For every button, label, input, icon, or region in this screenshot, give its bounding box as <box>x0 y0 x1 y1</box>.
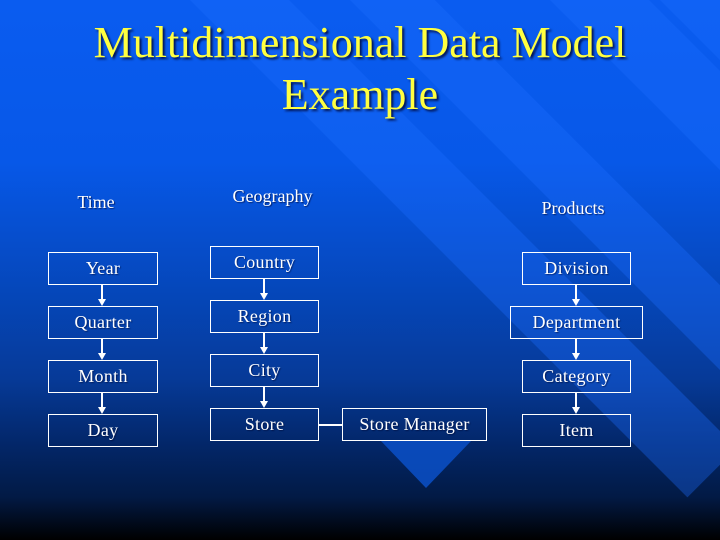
arrow-down-icon <box>572 407 580 414</box>
store-manager-connector <box>319 424 342 426</box>
arrow-down-icon <box>98 407 106 414</box>
slide-title-line2: Example <box>281 70 439 119</box>
time-level-month: Month <box>48 360 158 393</box>
dimension-label-products: Products <box>541 198 605 218</box>
arrow-down-icon <box>260 347 268 354</box>
arrow-down-icon <box>98 299 106 306</box>
products-connector <box>575 285 577 299</box>
geography-connector <box>263 387 265 401</box>
slide: Multidimensional Data Model Example Time… <box>0 0 720 540</box>
arrow-down-icon <box>260 401 268 408</box>
time-level-day: Day <box>48 414 158 447</box>
arrow-down-icon <box>572 299 580 306</box>
time-connector <box>101 285 103 299</box>
decorative-triangle <box>380 440 472 488</box>
geography-level-country: Country <box>210 246 319 279</box>
geography-connector <box>263 279 265 293</box>
geography-level-store: Store <box>210 408 319 441</box>
products-level-category: Category <box>522 360 631 393</box>
time-connector <box>101 339 103 353</box>
products-connector <box>575 393 577 407</box>
geography-level-city: City <box>210 354 319 387</box>
time-level-year: Year <box>48 252 158 285</box>
products-connector <box>575 339 577 353</box>
products-level-division: Division <box>522 252 631 285</box>
arrow-down-icon <box>98 353 106 360</box>
geography-level-region: Region <box>210 300 319 333</box>
products-level-department: Department <box>510 306 643 339</box>
geography-attribute-store-manager: Store Manager <box>342 408 487 441</box>
arrow-down-icon <box>572 353 580 360</box>
slide-title-line1: Multidimensional Data Model <box>93 18 627 67</box>
arrow-down-icon <box>260 293 268 300</box>
dimension-label-geography: Geography <box>232 186 313 206</box>
time-level-quarter: Quarter <box>48 306 158 339</box>
dimension-label-time: Time <box>77 192 115 212</box>
products-level-item: Item <box>522 414 631 447</box>
time-connector <box>101 393 103 407</box>
geography-connector <box>263 333 265 347</box>
